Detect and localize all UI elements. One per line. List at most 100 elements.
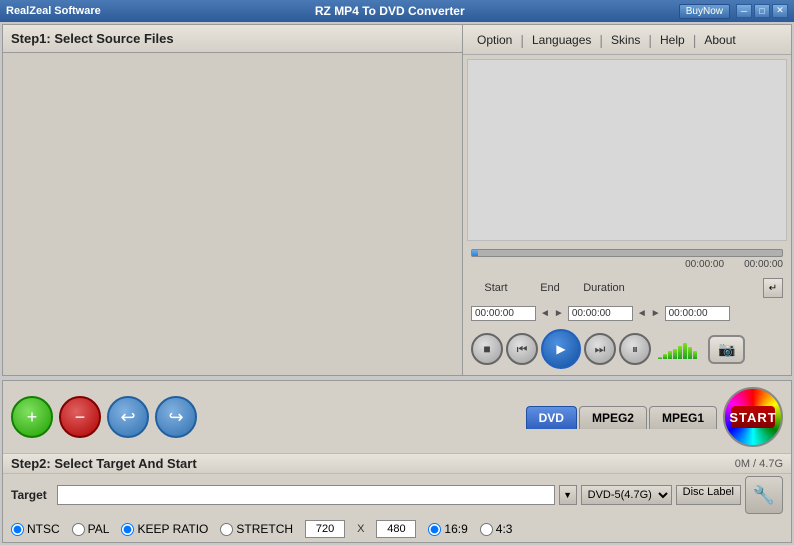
time-display: 00:00:00 00:00:00 [467, 259, 787, 270]
duration-time-field[interactable]: 00:00:00 [665, 306, 730, 321]
keep-ratio-label: KEEP RATIO [137, 522, 208, 536]
vol-bar-8 [693, 351, 697, 359]
window-controls: BuyNow ─ □ ✕ [679, 4, 788, 19]
title-bar: RealZeal Software RZ MP4 To DVD Converte… [0, 0, 794, 22]
next-button[interactable]: ⏭ [584, 333, 616, 365]
start-label: Start [471, 282, 521, 294]
app-title: RZ MP4 To DVD Converter [101, 4, 679, 18]
height-field[interactable] [376, 520, 416, 538]
ratio-43-radio[interactable] [480, 523, 493, 536]
tab-mpeg2[interactable]: MPEG2 [579, 406, 647, 429]
duration-label: Duration [579, 282, 629, 294]
current-time: 00:00:00 [685, 259, 724, 270]
menu-help[interactable]: Help [654, 31, 691, 49]
play-button[interactable]: ▶ [541, 329, 581, 369]
undo-button[interactable]: ↩ [107, 396, 149, 438]
pal-radio[interactable] [72, 523, 85, 536]
menu-languages[interactable]: Languages [526, 31, 597, 49]
end-label: End [525, 282, 575, 294]
start-button[interactable]: START [723, 387, 783, 447]
total-time: 00:00:00 [744, 259, 783, 270]
ratio-169-radio[interactable] [428, 523, 441, 536]
tools-button[interactable]: 🔧 [745, 476, 783, 514]
target-browse-button[interactable]: ▼ [559, 485, 577, 505]
end-next-arrow[interactable]: ► [651, 308, 661, 319]
vol-bar-6 [683, 343, 687, 359]
ntsc-radio-group: NTSC [11, 522, 60, 536]
time-row: Start End Duration ↵ [467, 276, 787, 300]
pause-button[interactable]: ⏸ [619, 333, 651, 365]
format-tabs: DVD MPEG2 MPEG1 [526, 406, 717, 429]
left-panel: Step1: Select Source Files [3, 25, 463, 375]
end-prev-arrow[interactable]: ◄ [637, 308, 647, 319]
top-section: Step1: Select Source Files Option | Lang… [2, 24, 792, 376]
main-container: Step1: Select Source Files Option | Lang… [0, 22, 794, 545]
ratio-43-group: 4:3 [480, 522, 513, 536]
action-row: + − ↩ ↪ DVD MPEG2 MPEG1 START [3, 381, 791, 454]
transport-section: Start End Duration ↵ 00:00:00 ◄ ► 00:00:… [463, 272, 791, 375]
remove-file-button[interactable]: − [59, 396, 101, 438]
buy-now-button[interactable]: BuyNow [679, 4, 730, 19]
disc-type-select[interactable]: DVD-5(4.7G) DVD-9(8.5G) [581, 485, 672, 505]
left-panel-header: Step1: Select Source Files [3, 25, 462, 53]
tab-mpeg1[interactable]: MPEG1 [649, 406, 717, 429]
pal-radio-group: PAL [72, 522, 110, 536]
stop-button[interactable]: ■ [471, 333, 503, 365]
close-button[interactable]: ✕ [772, 4, 788, 18]
video-preview [467, 59, 787, 241]
bottom-section: + − ↩ ↪ DVD MPEG2 MPEG1 START Step2: Sel… [2, 380, 792, 543]
add-file-button[interactable]: + [11, 396, 53, 438]
ntsc-radio[interactable] [11, 523, 24, 536]
start-time-field[interactable]: 00:00:00 [471, 306, 536, 321]
redo-button[interactable]: ↪ [155, 396, 197, 438]
ratio-169-label: 16:9 [444, 522, 467, 536]
file-list-area[interactable] [3, 53, 462, 375]
ratio-169-group: 16:9 [428, 522, 467, 536]
progress-bar [471, 249, 783, 257]
target-path-input[interactable] [57, 485, 555, 505]
prev-button[interactable]: ⏮ [506, 333, 538, 365]
target-label: Target [11, 488, 53, 502]
step2-title: Step2: Select Target And Start [11, 456, 197, 471]
menu-bar: Option | Languages | Skins | Help | Abou… [463, 25, 791, 55]
volume-indicator [658, 339, 697, 359]
width-field[interactable] [305, 520, 345, 538]
tab-dvd[interactable]: DVD [526, 406, 577, 429]
maximize-button[interactable]: □ [754, 4, 770, 18]
start-label: START [731, 406, 775, 428]
time-values-row: 00:00:00 ◄ ► 00:00:00 ◄ ► 00:00:00 [467, 304, 787, 323]
disc-label-button[interactable]: Disc Label [676, 485, 741, 505]
start-prev-arrow[interactable]: ◄ [540, 308, 550, 319]
enter-button[interactable]: ↵ [763, 278, 783, 298]
vol-bar-3 [668, 351, 672, 359]
menu-about[interactable]: About [698, 31, 741, 49]
keep-ratio-radio-group: KEEP RATIO [121, 522, 208, 536]
right-panel: Option | Languages | Skins | Help | Abou… [463, 25, 791, 375]
controls-row: ■ ⏮ ▶ ⏭ ⏸ � [467, 327, 787, 371]
progress-bar-fill [472, 250, 478, 256]
vol-bar-7 [688, 347, 692, 359]
stretch-label: STRETCH [236, 522, 293, 536]
stretch-radio[interactable] [220, 523, 233, 536]
menu-option[interactable]: Option [471, 31, 518, 49]
menu-skins[interactable]: Skins [605, 31, 646, 49]
vol-bar-4 [673, 349, 677, 359]
stretch-radio-group: STRETCH [220, 522, 293, 536]
start-next-arrow[interactable]: ► [554, 308, 564, 319]
minimize-button[interactable]: ─ [736, 4, 752, 18]
app-name: RealZeal Software [6, 5, 101, 17]
x-separator: X [357, 523, 364, 535]
options-row: NTSC PAL KEEP RATIO STRETCH X 16:9 [3, 516, 791, 542]
target-row: Target ▼ DVD-5(4.7G) DVD-9(8.5G) Disc La… [3, 474, 791, 516]
step2-header: Step2: Select Target And Start 0M / 4.7G [3, 454, 791, 474]
pal-label: PAL [88, 522, 110, 536]
ntsc-label: NTSC [27, 522, 60, 536]
storage-info: 0M / 4.7G [735, 458, 783, 470]
keep-ratio-radio[interactable] [121, 523, 134, 536]
progress-area: 00:00:00 00:00:00 [463, 245, 791, 272]
vol-bar-5 [678, 346, 682, 359]
vol-bar-2 [663, 354, 667, 359]
ratio-43-label: 4:3 [496, 522, 513, 536]
screenshot-button[interactable]: 📷 [708, 335, 745, 364]
end-time-field[interactable]: 00:00:00 [568, 306, 633, 321]
